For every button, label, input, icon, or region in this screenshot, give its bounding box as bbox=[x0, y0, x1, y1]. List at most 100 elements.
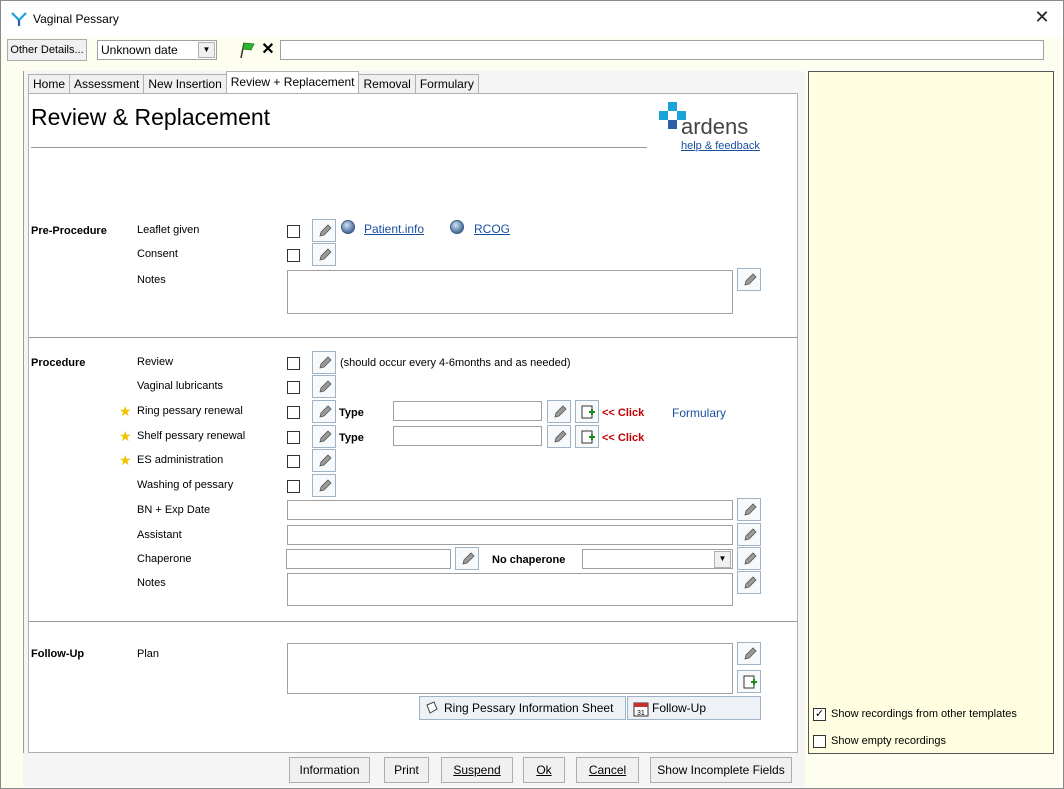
add-document-icon bbox=[581, 405, 595, 419]
procedure-notes-label: Notes bbox=[137, 577, 166, 589]
leaflet-given-label: Leaflet given bbox=[137, 224, 200, 236]
consent-checkbox[interactable] bbox=[287, 249, 300, 262]
tab-content: Review & Replacement ardens help & feedb… bbox=[28, 93, 798, 753]
ring-renewal-checkbox[interactable] bbox=[287, 406, 300, 419]
no-chaperone-select[interactable]: ▼ bbox=[582, 549, 733, 569]
cancel-label: Cancel bbox=[588, 763, 627, 777]
cancel-button[interactable]: Cancel bbox=[576, 757, 639, 783]
main-panel: Home Assessment New Insertion Review + R… bbox=[23, 71, 805, 787]
show-other-templates-checkbox[interactable]: ✓ bbox=[813, 708, 826, 721]
globe-icon bbox=[450, 220, 464, 234]
other-details-button[interactable]: Other Details... bbox=[7, 39, 87, 61]
chevron-down-icon[interactable]: ▼ bbox=[198, 42, 215, 58]
ardens-logo: ardens bbox=[659, 102, 748, 139]
shelf-type-input[interactable] bbox=[393, 426, 542, 446]
lubricants-pen-button[interactable] bbox=[312, 375, 336, 398]
assistant-input[interactable] bbox=[287, 525, 733, 545]
plan-pen-button[interactable] bbox=[737, 642, 761, 665]
tab-new-insertion[interactable]: New Insertion bbox=[143, 74, 227, 94]
pencil-icon bbox=[319, 405, 332, 418]
shelf-renewal-pen-button[interactable] bbox=[312, 425, 336, 448]
shelf-type-pen-button[interactable] bbox=[547, 425, 571, 448]
pencil-icon bbox=[744, 528, 757, 541]
review-pen-button[interactable] bbox=[312, 351, 336, 374]
es-administration-checkbox[interactable] bbox=[287, 455, 300, 468]
review-hint: (should occur every 4-6months and as nee… bbox=[340, 357, 571, 369]
section-divider bbox=[29, 337, 797, 338]
washing-pen-button[interactable] bbox=[312, 474, 336, 497]
chevron-down-icon[interactable]: ▼ bbox=[714, 551, 731, 568]
star-icon: ★ bbox=[119, 452, 132, 468]
washing-checkbox[interactable] bbox=[287, 480, 300, 493]
shelf-renewal-checkbox[interactable] bbox=[287, 431, 300, 444]
review-checkbox[interactable] bbox=[287, 357, 300, 370]
consent-label: Consent bbox=[137, 248, 178, 260]
plan-textarea[interactable] bbox=[287, 643, 733, 694]
tab-review-replacement[interactable]: Review + Replacement bbox=[225, 71, 360, 94]
chaperone-input[interactable] bbox=[286, 549, 451, 569]
follow-up-button[interactable]: 31 Follow-Up bbox=[627, 696, 761, 720]
title-bar: Vaginal Pessary ✕ bbox=[1, 1, 1063, 37]
show-empty-checkbox[interactable] bbox=[813, 735, 826, 748]
tab-formulary[interactable]: Formulary bbox=[414, 74, 479, 94]
pencil-icon bbox=[319, 380, 332, 393]
pencil-icon bbox=[554, 405, 567, 418]
add-document-icon bbox=[743, 675, 757, 689]
logo-text: ardens bbox=[681, 114, 748, 139]
pencil-icon bbox=[462, 552, 475, 565]
bn-exp-input[interactable] bbox=[287, 500, 733, 520]
clear-icon[interactable]: ✕ bbox=[259, 40, 277, 60]
procedure-notes-textarea[interactable] bbox=[287, 573, 733, 606]
section-divider bbox=[29, 621, 797, 622]
document-icon bbox=[426, 701, 438, 714]
procedure-notes-pen-button[interactable] bbox=[737, 571, 761, 594]
pencil-icon bbox=[319, 356, 332, 369]
title-divider bbox=[31, 147, 647, 148]
ok-button[interactable]: Ok bbox=[523, 757, 565, 783]
flag-icon[interactable] bbox=[237, 40, 257, 60]
pencil-icon bbox=[319, 479, 332, 492]
shelf-type-label: Type bbox=[339, 432, 364, 444]
star-icon: ★ bbox=[119, 403, 132, 419]
ring-renewal-pen-button[interactable] bbox=[312, 400, 336, 423]
left-strip bbox=[1, 65, 23, 788]
date-select[interactable]: Unknown date ▼ bbox=[97, 40, 217, 60]
information-button[interactable]: Information bbox=[289, 757, 370, 783]
print-button[interactable]: Print bbox=[384, 757, 429, 783]
rcog-link[interactable]: RCOG bbox=[474, 222, 510, 236]
washing-label: Washing of pessary bbox=[137, 479, 234, 491]
leaflet-given-pen-button[interactable] bbox=[312, 219, 336, 242]
tab-removal[interactable]: Removal bbox=[358, 74, 416, 94]
note-input[interactable] bbox=[280, 40, 1044, 60]
no-chaperone-pen-button[interactable] bbox=[737, 547, 761, 570]
ring-type-input[interactable] bbox=[393, 401, 542, 421]
pencil-icon bbox=[319, 430, 332, 443]
assistant-pen-button[interactable] bbox=[737, 523, 761, 546]
show-incomplete-fields-button[interactable]: Show Incomplete Fields bbox=[650, 757, 792, 783]
date-select-value: Unknown date bbox=[101, 43, 178, 57]
consent-pen-button[interactable] bbox=[312, 243, 336, 266]
ring-pessary-info-label: Ring Pessary Information Sheet bbox=[444, 701, 614, 715]
ring-type-pen-button[interactable] bbox=[547, 400, 571, 423]
tab-assessment[interactable]: Assessment bbox=[69, 74, 145, 94]
shelf-type-add-button[interactable] bbox=[575, 425, 599, 448]
add-document-icon bbox=[581, 430, 595, 444]
lubricants-checkbox[interactable] bbox=[287, 381, 300, 394]
tab-home[interactable]: Home bbox=[28, 74, 71, 94]
close-icon[interactable]: ✕ bbox=[1033, 8, 1051, 27]
plan-add-button[interactable] bbox=[737, 670, 761, 693]
help-feedback-link[interactable]: help & feedback bbox=[681, 140, 760, 152]
pencil-icon bbox=[554, 430, 567, 443]
leaflet-given-checkbox[interactable] bbox=[287, 225, 300, 238]
es-administration-pen-button[interactable] bbox=[312, 449, 336, 472]
pre-notes-textarea[interactable] bbox=[287, 270, 733, 314]
pre-notes-pen-button[interactable] bbox=[737, 268, 761, 291]
bn-exp-pen-button[interactable] bbox=[737, 498, 761, 521]
patient-info-link[interactable]: Patient.info bbox=[364, 222, 424, 236]
ring-type-add-button[interactable] bbox=[575, 400, 599, 423]
formulary-link[interactable]: Formulary bbox=[672, 406, 726, 420]
suspend-button[interactable]: Suspend bbox=[441, 757, 513, 783]
pencil-icon bbox=[744, 647, 757, 660]
ring-pessary-info-button[interactable]: Ring Pessary Information Sheet bbox=[419, 696, 626, 720]
chaperone-pen-button[interactable] bbox=[455, 547, 479, 570]
